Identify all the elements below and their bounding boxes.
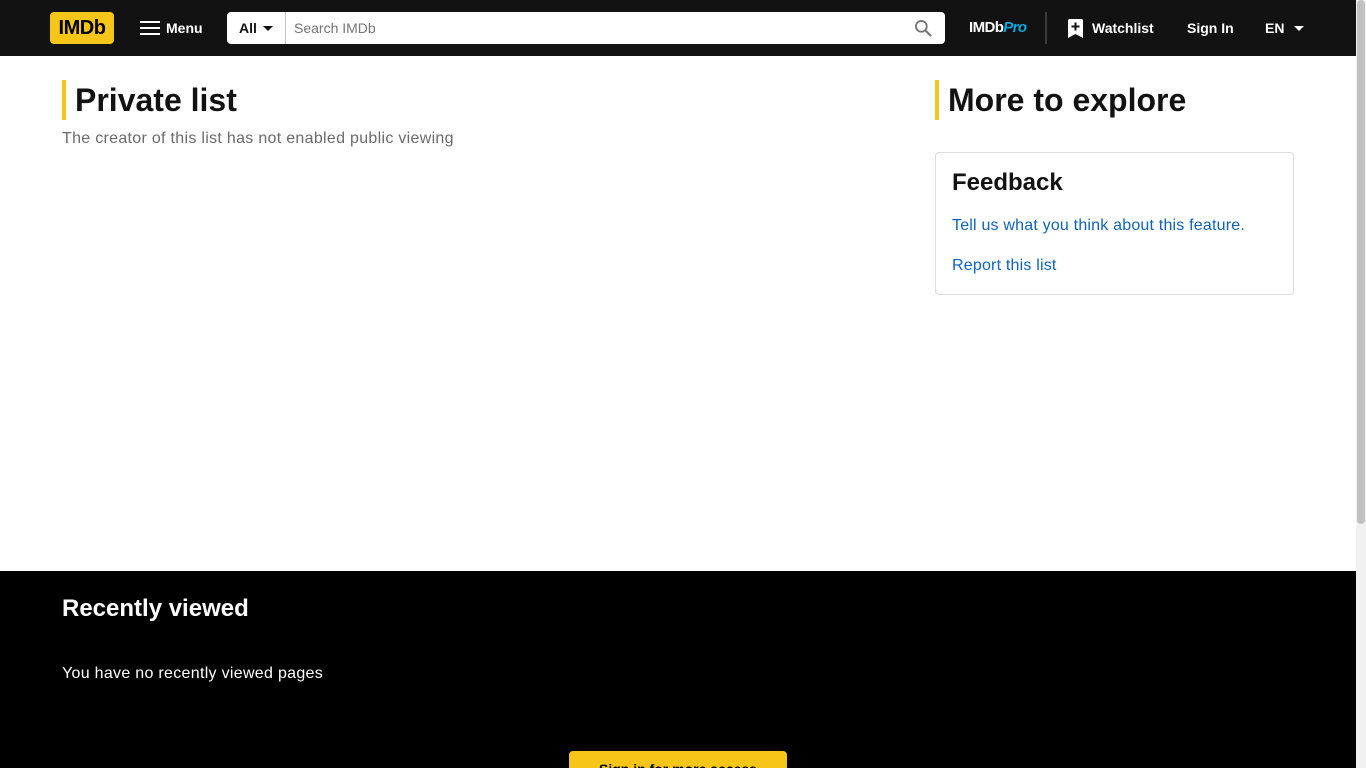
watchlist-button[interactable]: Watchlist xyxy=(1062,12,1160,44)
menu-button[interactable]: Menu xyxy=(132,12,211,44)
search-category-label: All xyxy=(239,20,257,36)
caret-down-icon xyxy=(262,25,273,31)
menu-label: Menu xyxy=(166,20,203,36)
search-input[interactable] xyxy=(286,12,901,44)
page-scrollbar[interactable] xyxy=(1356,0,1366,768)
sign-in-button[interactable]: Sign In xyxy=(1179,12,1242,44)
sidebar-title: More to explore xyxy=(935,80,1186,120)
language-selector[interactable]: EN xyxy=(1257,12,1312,44)
scrollbar-thumb[interactable] xyxy=(1357,0,1365,524)
search-bar: All xyxy=(227,12,945,44)
recently-viewed-title: Recently viewed xyxy=(62,595,249,622)
language-label: EN xyxy=(1265,20,1285,36)
search-submit-button[interactable] xyxy=(901,12,945,44)
feedback-title: Feedback xyxy=(952,169,1063,196)
watchlist-label: Watchlist xyxy=(1092,20,1154,36)
bookmark-plus-icon xyxy=(1068,18,1083,38)
hamburger-menu-icon xyxy=(140,21,160,35)
search-category-dropdown[interactable]: All xyxy=(227,12,286,44)
top-navigation-bar: IMDb Menu All IMDbPro Watchlist Sig xyxy=(0,0,1356,56)
feedback-link[interactable]: Tell us what you think about this featur… xyxy=(952,216,1245,236)
page-title: Private list xyxy=(62,80,237,120)
page-subtitle: The creator of this list has not enabled… xyxy=(62,130,454,147)
caret-down-icon xyxy=(1294,25,1305,31)
feedback-card: Feedback Tell us what you think about th… xyxy=(935,152,1294,295)
imdb-logo[interactable]: IMDb xyxy=(50,12,114,44)
magnifier-icon xyxy=(915,20,932,37)
imdbpro-link[interactable]: IMDbPro xyxy=(969,18,1027,38)
recently-viewed-empty-message: You have no recently viewed pages xyxy=(62,665,324,682)
nav-divider xyxy=(1045,12,1047,44)
report-list-link[interactable]: Report this list xyxy=(952,256,1057,276)
imdbpro-logo-pro: Pro xyxy=(1003,19,1027,36)
imdbpro-logo-imdb: IMDb xyxy=(969,19,1004,36)
sign-in-for-more-button[interactable]: Sign in for more access xyxy=(569,751,787,768)
recently-viewed-section: Recently viewed You have no recently vie… xyxy=(0,571,1356,768)
